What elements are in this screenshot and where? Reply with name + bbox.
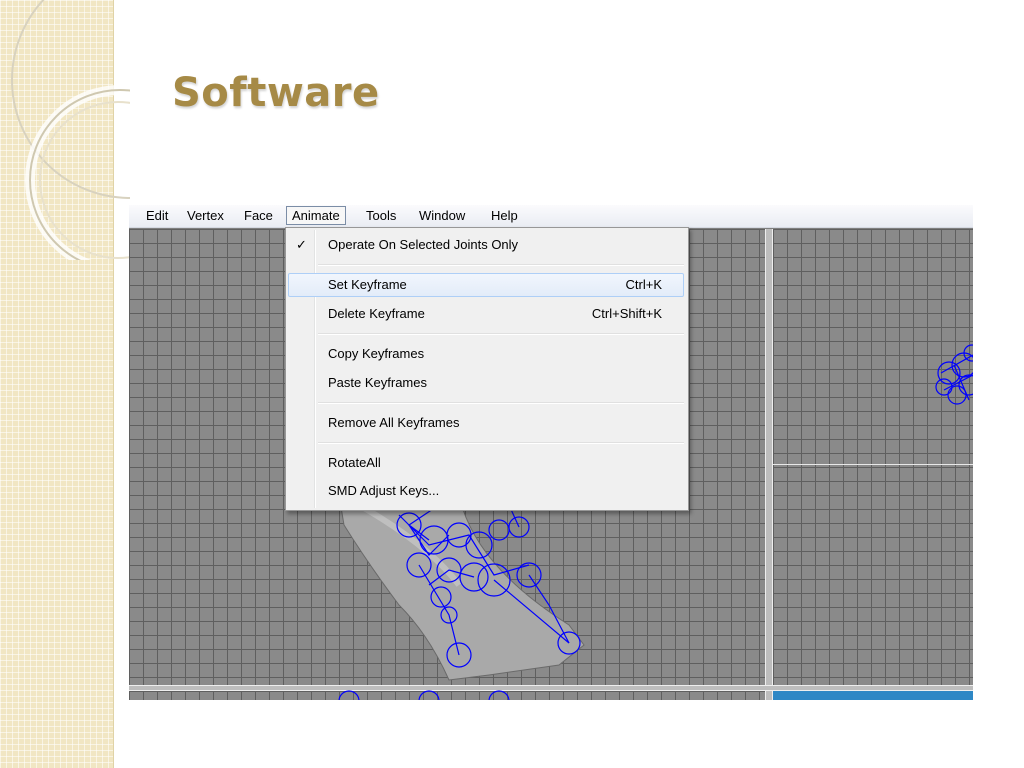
menu-item-shortcut: Ctrl+K	[625, 277, 662, 292]
menu-item-smd-adjust-keys[interactable]: SMD Adjust Keys...	[288, 479, 684, 503]
menu-item-rotateall[interactable]: RotateAll	[288, 451, 684, 475]
menu-item-label: Remove All Keyframes	[328, 415, 460, 430]
menu-item-remove-all-keyframes[interactable]: Remove All Keyframes	[288, 411, 684, 435]
menu-item-shortcut: Ctrl+Shift+K	[591, 306, 662, 321]
menu-item-label: Delete Keyframe	[328, 306, 425, 321]
menu-separator	[318, 333, 684, 335]
decorative-circles	[11, 0, 130, 260]
menu-item-set-keyframe[interactable]: Set Keyframe Ctrl+K	[288, 273, 684, 297]
menu-separator	[318, 402, 684, 404]
menu-item-label: Copy Keyframes	[328, 346, 425, 361]
checkmark-icon: ✓	[296, 237, 307, 252]
menu-item-label: Operate On Selected Joints Only	[328, 237, 519, 252]
menu-item-delete-keyframe[interactable]: Delete Keyframe Ctrl+Shift+K	[288, 302, 684, 326]
animate-dropdown-menu: ✓ Operate On Selected Joints Only Set Ke…	[285, 227, 689, 511]
menu-item-operate-selected-joints[interactable]: ✓ Operate On Selected Joints Only	[288, 233, 684, 257]
menu-separator	[318, 264, 684, 266]
slide-title: Software	[172, 70, 380, 116]
menu-item-copy-keyframes[interactable]: Copy Keyframes	[288, 342, 684, 366]
menu-item-label: SMD Adjust Keys...	[328, 483, 440, 498]
menu-item-label: Paste Keyframes	[328, 375, 427, 390]
menu-separator	[318, 442, 684, 444]
menu-item-label: Set Keyframe	[328, 277, 407, 292]
menu-item-label: RotateAll	[328, 455, 381, 470]
app-screenshot: Edit Vertex Face Animate Tools Window He…	[129, 205, 973, 700]
menu-item-paste-keyframes[interactable]: Paste Keyframes	[288, 371, 684, 395]
